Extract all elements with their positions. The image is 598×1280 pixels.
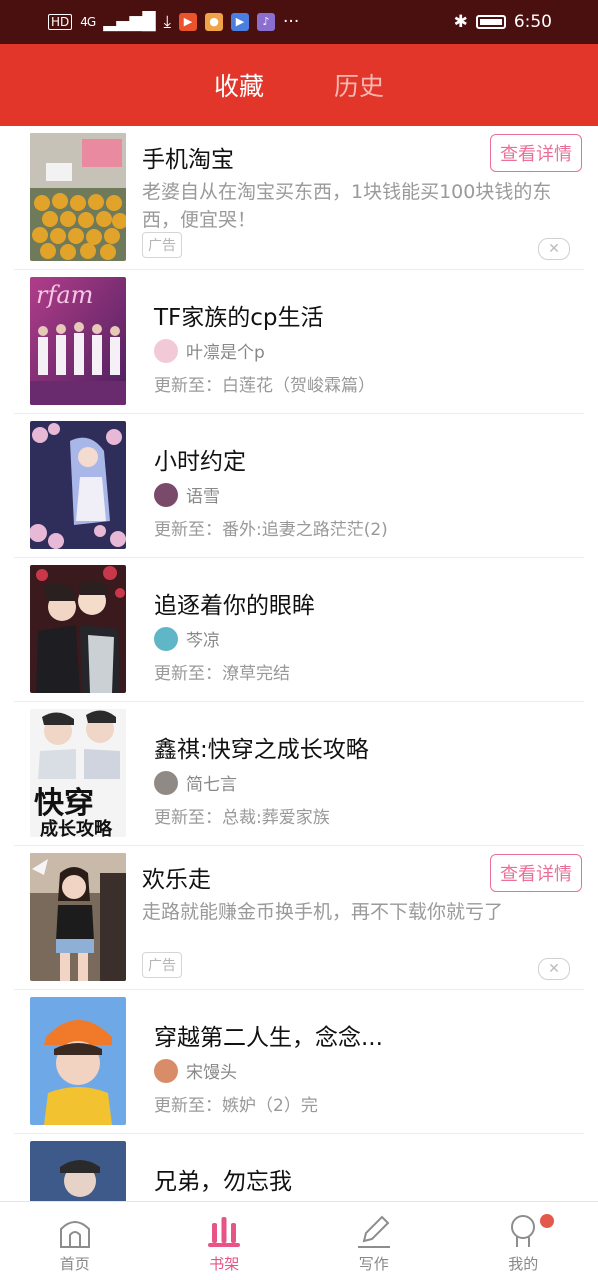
bookshelf-list: 手机淘宝 老婆自从在淘宝买东西，1块钱能买100块钱的东西，便宜哭！ 查看详情 … [0, 126, 598, 1202]
hd-indicator: HD [48, 14, 73, 30]
book-update: 更新至：总裁:葬爱家族 [154, 808, 330, 828]
book-cover-image [30, 421, 126, 549]
ad-description: 走路就能赚金币换手机，再不下载你就亏了 [142, 901, 504, 923]
author-name: 宋馒头 [186, 1063, 237, 1083]
book-item[interactable]: 追逐着你的眼眸 芩凉 更新至：潦草完结 [14, 558, 584, 702]
book-cover-image [30, 565, 126, 693]
book-author: 简七言 [154, 770, 237, 795]
home-icon [59, 1221, 90, 1248]
nav-home-label: 首页 [59, 1255, 90, 1273]
nav-bookshelf[interactable]: 书架 [150, 1202, 300, 1280]
video-app-icon: ▶ [179, 13, 198, 31]
book-item[interactable]: 兄弟，勿忘我 [14, 1134, 584, 1202]
view-details-button[interactable]: 查看详情 [490, 854, 582, 892]
book-cover: rfam [30, 277, 126, 405]
svg-text:成长攻略: 成长攻略 [40, 818, 113, 837]
bookshelf-icon [208, 1217, 241, 1247]
book-cover-image [30, 1141, 126, 1202]
music-app-icon: ♪ [257, 13, 276, 31]
pen-icon [357, 1215, 390, 1248]
author-name: 芩凉 [186, 631, 220, 651]
ad-title: 手机淘宝 [142, 147, 234, 173]
author-avatar [154, 770, 178, 795]
book-cover: 快穿 成长攻略 [30, 709, 126, 837]
ad-tag: 广告 [142, 952, 182, 978]
nav-write[interactable]: 写作 [299, 1202, 449, 1280]
photo-app-icon: ● [205, 13, 224, 31]
author-avatar [154, 1058, 178, 1083]
book-title: TF家族的cp生活 [154, 305, 324, 331]
bluetooth-icon: ✱ [453, 12, 468, 32]
ad-image [30, 133, 126, 261]
nav-write-label: 写作 [358, 1255, 389, 1273]
book-author: 芩凉 [154, 626, 220, 651]
signal-indicator: 4G [80, 15, 96, 29]
author-name: 语雪 [186, 487, 220, 507]
book-item[interactable]: 小时约定 语雪 更新至：番外:追妻之路茫茫(2) [14, 414, 584, 558]
book-cover [30, 997, 126, 1125]
book-title: 鑫祺:快穿之成长攻略 [154, 737, 369, 763]
ad-title: 欢乐走 [142, 867, 211, 893]
nav-profile-label: 我的 [508, 1255, 539, 1273]
girl-walking-image [30, 853, 126, 981]
battery-icon [475, 15, 506, 29]
book-cover [30, 421, 126, 549]
bottom-nav: 首页 书架 写作 我的 [0, 1201, 598, 1280]
book-cover-image: 快穿 成长攻略 [30, 709, 126, 837]
svg-text:rfam: rfam [36, 281, 93, 309]
book-author: 宋馒头 [154, 1058, 237, 1083]
author-name: 简七言 [186, 775, 237, 795]
signal-bars-icon: ▂▄▆█ [103, 12, 156, 32]
author-avatar [154, 482, 178, 507]
ad-description: 老婆自从在淘宝买东西，1块钱能买100块钱的东西，便宜哭！ [142, 181, 552, 231]
book-item[interactable]: 穿越第二人生，念念... 宋馒头 更新至：嫉妒（2）完 [14, 990, 584, 1134]
book-cover-image: rfam [30, 277, 126, 405]
notification-dot [540, 1214, 554, 1228]
profile-icon [511, 1215, 536, 1247]
author-avatar [154, 338, 178, 363]
book-cover-image [30, 997, 126, 1125]
status-left: HD 4G ▂▄▆█ ⤓ ▶ ● ▶ ♪ ··· [48, 12, 299, 32]
close-ad-icon[interactable]: ✕ [538, 238, 570, 260]
status-right: ✱ 6:50 [454, 12, 552, 32]
book-title: 兄弟，勿忘我 [154, 1169, 292, 1195]
shelf-header: 收藏 历史 [0, 44, 598, 126]
author-name: 叶凛是个p [186, 343, 265, 363]
author-avatar [154, 626, 178, 651]
ad-item[interactable]: 欢乐走 走路就能赚金币换手机，再不下载你就亏了 查看详情 广告 ✕ [14, 846, 584, 990]
tab-favorites[interactable]: 收藏 [214, 67, 264, 103]
oranges-image [30, 133, 126, 261]
book-update: 更新至：白莲花（贺峻霖篇） [154, 376, 375, 396]
book-title: 追逐着你的眼眸 [154, 593, 315, 619]
download-icon: ⤓ [163, 12, 172, 32]
more-icon: ··· [283, 12, 300, 32]
book-author: 语雪 [154, 482, 220, 507]
nav-bookshelf-label: 书架 [209, 1255, 240, 1273]
book-author: 叶凛是个p [154, 338, 265, 363]
play-app-icon: ▶ [231, 13, 250, 31]
view-details-button[interactable]: 查看详情 [490, 134, 582, 172]
book-update: 更新至：嫉妒（2）完 [154, 1096, 318, 1116]
ad-image [30, 853, 126, 981]
nav-profile[interactable]: 我的 [449, 1202, 598, 1280]
status-bar: HD 4G ▂▄▆█ ⤓ ▶ ● ▶ ♪ ··· ✱ 6:50 [0, 0, 598, 44]
nav-home[interactable]: 首页 [0, 1202, 150, 1280]
ad-item[interactable]: 手机淘宝 老婆自从在淘宝买东西，1块钱能买100块钱的东西，便宜哭！ 查看详情 … [14, 126, 584, 270]
svg-text:快穿: 快穿 [34, 786, 94, 821]
book-cover [30, 565, 126, 693]
clock: 6:50 [513, 12, 552, 32]
book-item[interactable]: 快穿 成长攻略 鑫祺:快穿之成长攻略 简七言 更新至：总裁:葬爱家族 [14, 702, 584, 846]
ad-tag: 广告 [142, 232, 182, 258]
book-cover [30, 1141, 126, 1202]
tab-history[interactable]: 历史 [334, 67, 384, 103]
book-update: 更新至：潦草完结 [154, 664, 290, 684]
book-title: 小时约定 [154, 449, 246, 475]
book-title: 穿越第二人生，念念... [154, 1025, 383, 1051]
book-update: 更新至：番外:追妻之路茫茫(2) [154, 520, 388, 540]
book-item[interactable]: rfam TF家族的cp生活 叶凛是个p 更新至：白莲花（贺峻霖篇） [14, 270, 584, 414]
close-ad-icon[interactable]: ✕ [538, 958, 570, 980]
